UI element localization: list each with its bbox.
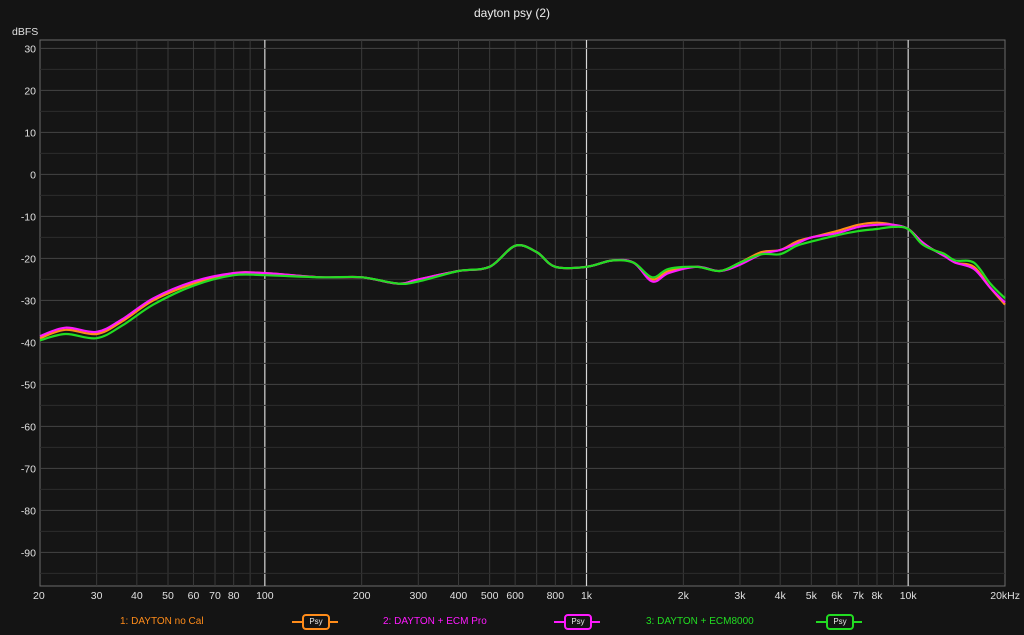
chart-title: dayton psy (2) [474, 6, 550, 20]
x-tick-label: 500 [481, 590, 499, 602]
y-tick-label: -70 [21, 463, 36, 475]
y-tick-label: 0 [30, 169, 36, 181]
x-tick-label: 3k [734, 590, 746, 602]
y-tick-label: 20 [24, 85, 36, 97]
legend-label-series-1: 1: DAYTON no Cal [120, 616, 204, 627]
x-tick-label: 400 [450, 590, 468, 602]
y-tick-label: 30 [24, 43, 36, 55]
x-tick-label: 20 [33, 590, 45, 602]
legend-label-series-3: 3: DAYTON + ECM8000 [646, 616, 754, 627]
legend: 1: DAYTON no Cal Psy 2: DAYTON + ECM Pro… [0, 611, 1024, 635]
x-tick-label: 100 [256, 590, 274, 602]
y-tick-label: 10 [24, 127, 36, 139]
x-tick-label: 20kHz [990, 590, 1020, 602]
psy-button-label: Psy [302, 614, 330, 630]
x-tick-label: 80 [228, 590, 240, 602]
x-tick-label: 7k [853, 590, 865, 602]
x-tick-label: 6k [831, 590, 843, 602]
legend-label-series-2: 2: DAYTON + ECM Pro [383, 616, 487, 627]
x-tick-label: 60 [188, 590, 200, 602]
frequency-response-chart: dayton psy (2) dBFS 3020100-10-20-30-40-… [12, 6, 1020, 602]
y-tick-label: -60 [21, 421, 36, 433]
psy-button-label: Psy [564, 614, 592, 630]
x-tick-label: 200 [353, 590, 371, 602]
y-tick-label: -30 [21, 295, 36, 307]
y-tick-label: -80 [21, 505, 36, 517]
x-tick-label: 1k [581, 590, 593, 602]
psy-button-label: Psy [826, 614, 854, 630]
y-tick-label: -20 [21, 253, 36, 265]
y-tick-label: -90 [21, 547, 36, 559]
x-tick-label: 50 [162, 590, 174, 602]
x-tick-label: 10k [900, 590, 918, 602]
x-tick-labels: 20 30 40 50 60 70 80 100 200 300 400 500 600 800 1k 2k 3… [33, 590, 1020, 602]
y-tick-label: -10 [21, 211, 36, 223]
x-tick-label: 30 [91, 590, 103, 602]
y-tick-labels: 30 20 10 0 -10 -20 -30 -40 -50 -60 -70 -80 -90 [21, 43, 36, 559]
x-tick-label: 4k [775, 590, 787, 602]
x-tick-label: 5k [806, 590, 818, 602]
plot-area[interactable] [39, 39, 1006, 587]
x-tick-label: 800 [547, 590, 565, 602]
x-tick-label: 600 [506, 590, 524, 602]
x-tick-label: 70 [209, 590, 221, 602]
x-tick-label: 300 [410, 590, 428, 602]
x-tick-label: 8k [871, 590, 883, 602]
x-tick-label: 2k [678, 590, 690, 602]
y-tick-label: -50 [21, 379, 36, 391]
y-axis-unit-label: dBFS [12, 26, 38, 38]
x-tick-label: 40 [131, 590, 143, 602]
y-tick-label: -40 [21, 337, 36, 349]
